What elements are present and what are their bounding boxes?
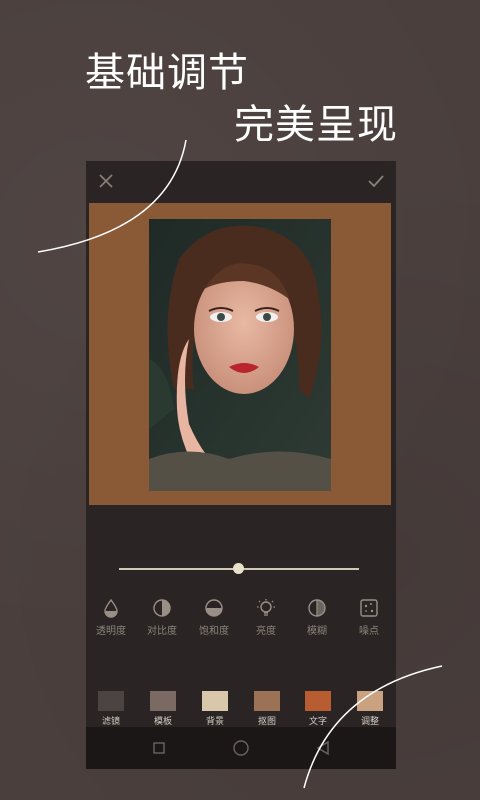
headline-line2: 完美呈现 xyxy=(234,102,398,148)
contrast-icon xyxy=(153,599,171,617)
adjust-brightness[interactable]: 亮度 xyxy=(241,598,291,637)
adjust-label: 模糊 xyxy=(307,626,327,637)
saturation-icon xyxy=(205,599,223,617)
adjust-swatch xyxy=(357,691,383,711)
template-swatch xyxy=(150,691,176,711)
cutout-swatch xyxy=(254,691,280,711)
adjust-saturation[interactable]: 饱和度 xyxy=(189,598,239,637)
adjust-noise[interactable]: 噪点 xyxy=(344,598,394,637)
adjust-label: 饱和度 xyxy=(199,626,229,637)
blur-icon xyxy=(308,599,326,617)
tool-label: 文字 xyxy=(308,717,327,727)
tool-template[interactable]: 模板 xyxy=(143,691,183,727)
background-swatch xyxy=(202,691,228,711)
adjust-label: 亮度 xyxy=(256,626,276,637)
tool-filter[interactable]: 滤镜 xyxy=(91,691,131,727)
tool-label: 滤镜 xyxy=(101,717,120,727)
adjustment-options: 透明度 对比度 饱和度 亮度 模糊 噪点 xyxy=(86,598,396,638)
tool-text[interactable]: 文字 xyxy=(298,691,338,727)
tool-cutout[interactable]: 抠图 xyxy=(247,691,287,727)
tool-tabs: 滤镜 模板 背景 抠图 文字 调整 xyxy=(86,691,396,731)
adjust-opacity[interactable]: 透明度 xyxy=(86,598,136,637)
headline-line1: 基础调节 xyxy=(85,50,249,96)
circle-icon xyxy=(233,740,249,756)
recent-apps-button[interactable] xyxy=(148,737,170,759)
editor-topbar xyxy=(86,161,396,201)
tool-label: 背景 xyxy=(205,717,224,727)
phone-screen: 透明度 对比度 饱和度 亮度 模糊 噪点 滤镜 模板 背景 抠图 文字 调整 xyxy=(86,161,396,769)
bulb-icon xyxy=(257,599,275,616)
tool-adjust[interactable]: 调整 xyxy=(350,691,390,727)
back-button[interactable] xyxy=(312,737,334,759)
close-button[interactable] xyxy=(86,161,126,201)
triangle-back-icon xyxy=(316,741,329,755)
portrait-photo xyxy=(149,219,331,491)
system-navbar xyxy=(86,727,396,769)
noise-icon xyxy=(360,599,378,617)
square-icon xyxy=(153,742,165,754)
confirm-button[interactable] xyxy=(356,161,396,201)
editing-canvas[interactable] xyxy=(89,203,391,505)
drop-icon xyxy=(104,598,118,618)
adjust-slider[interactable] xyxy=(119,563,359,575)
tool-label: 抠图 xyxy=(257,717,276,727)
check-icon xyxy=(368,175,384,187)
tool-background[interactable]: 背景 xyxy=(195,691,235,727)
text-swatch xyxy=(305,691,331,711)
adjust-label: 透明度 xyxy=(96,626,126,637)
tool-label: 模板 xyxy=(153,717,172,727)
tool-label: 调整 xyxy=(360,717,379,727)
filter-swatch xyxy=(98,691,124,711)
slider-thumb[interactable] xyxy=(233,563,244,574)
close-icon xyxy=(99,174,113,188)
adjust-label: 噪点 xyxy=(359,626,379,637)
home-button[interactable] xyxy=(230,737,252,759)
adjust-blur[interactable]: 模糊 xyxy=(292,598,342,637)
adjust-contrast[interactable]: 对比度 xyxy=(137,598,187,637)
adjust-label: 对比度 xyxy=(147,626,177,637)
